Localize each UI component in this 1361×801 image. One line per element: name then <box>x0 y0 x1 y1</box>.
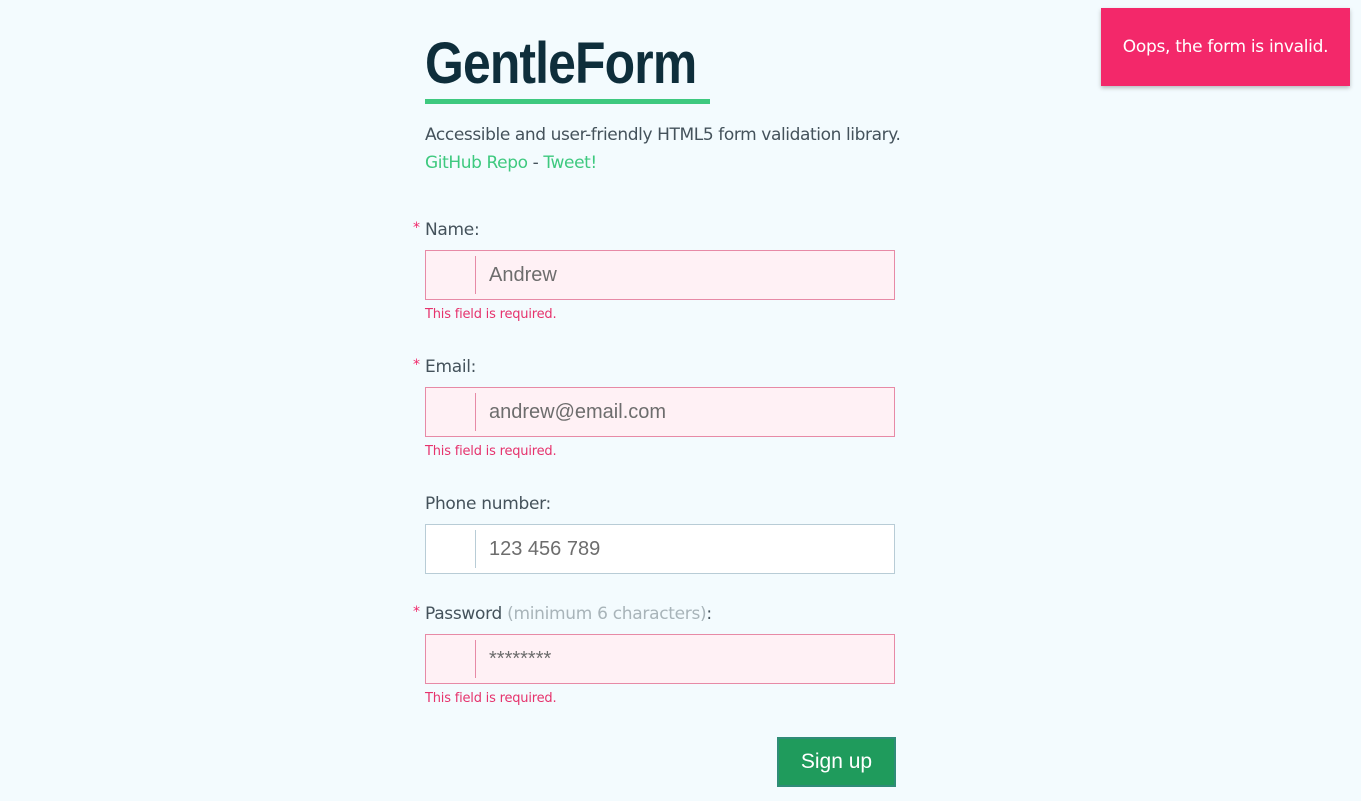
email-label-text: Email: <box>425 357 477 377</box>
subtitle: Accessible and user-friendly HTML5 form … <box>425 125 901 145</box>
email-input[interactable] <box>489 388 884 436</box>
password-label: * Password (minimum 6 characters): <box>413 603 895 625</box>
tweet-link[interactable]: Tweet! <box>543 153 597 173</box>
phone-label-text: Phone number: <box>425 494 551 514</box>
name-input[interactable] <box>489 251 884 299</box>
name-error: This field is required. <box>425 307 557 322</box>
name-label-text: Name: <box>425 220 480 240</box>
required-mark: * <box>413 357 420 373</box>
password-input[interactable] <box>489 635 884 683</box>
link-separator: - <box>527 153 544 173</box>
input-divider <box>475 530 476 568</box>
required-mark: * <box>413 604 420 620</box>
title-underline <box>425 99 710 104</box>
password-label-suffix: : <box>706 604 712 624</box>
phone-label: Phone number: <box>425 493 895 515</box>
password-hint: (minimum 6 characters) <box>507 604 707 624</box>
page-title: GentleForm <box>425 31 697 96</box>
email-label: * Email: <box>413 356 895 378</box>
input-divider <box>475 640 476 678</box>
name-field: * Name: This field is required. <box>413 219 895 324</box>
password-field: * Password (minimum 6 characters): This … <box>413 603 895 708</box>
phone-input[interactable] <box>489 525 884 573</box>
password-input-box <box>425 634 895 684</box>
password-error: This field is required. <box>425 691 557 706</box>
name-label: * Name: <box>413 219 895 241</box>
page: GentleForm Accessible and user-friendly … <box>0 0 1361 801</box>
email-field: * Email: This field is required. <box>413 356 895 461</box>
required-mark: * <box>413 220 420 236</box>
name-input-box <box>425 250 895 300</box>
email-error: This field is required. <box>425 444 557 459</box>
password-label-text: Password <box>425 604 503 624</box>
github-repo-link[interactable]: GitHub Repo <box>425 153 528 173</box>
phone-input-box <box>425 524 895 574</box>
input-divider <box>475 256 476 294</box>
phone-field: Phone number: <box>425 493 895 574</box>
input-divider <box>475 393 476 431</box>
header-links: GitHub Repo - Tweet! <box>425 152 597 174</box>
email-input-box <box>425 387 895 437</box>
sign-up-button[interactable]: Sign up <box>777 737 896 787</box>
error-toast: Oops, the form is invalid. <box>1101 8 1350 86</box>
